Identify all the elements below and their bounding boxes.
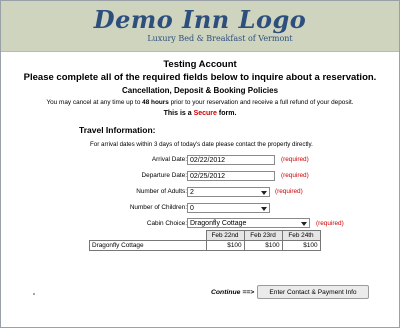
adults-label: Number of Adults: (136, 188, 187, 195)
travel-heading: Travel Information: (79, 125, 156, 135)
page-subtitle: Please complete all of the required fiel… (23, 72, 377, 83)
rate-cell: $100 (243, 240, 283, 251)
required-marker: (required) (275, 188, 303, 195)
header-banner: Demo Inn Logo Luxury Bed & Breakfast of … (1, 1, 399, 52)
children-select[interactable]: 0 (187, 203, 270, 213)
continue-label: Continue ==> (211, 289, 255, 296)
policy-heading: Cancellation, Deposit & Booking Policies (121, 86, 279, 95)
cabin-value: Dragonfly Cottage (190, 220, 247, 227)
rates-corner (90, 231, 207, 241)
secure-notice: This is a Secure form. (1, 110, 399, 117)
arrival-note: For arrival dates within 3 days of today… (90, 141, 313, 148)
rate-cell: $100 (205, 240, 245, 251)
departure-date-input[interactable]: 02/25/2012 (187, 171, 275, 181)
secure-word: Secure (193, 110, 217, 117)
adults-value: 2 (190, 189, 194, 196)
required-marker: (required) (316, 220, 344, 227)
rate-date-header: Feb 22nd (205, 230, 245, 241)
chevron-down-icon (261, 207, 267, 211)
required-marker: (required) (281, 172, 309, 179)
reservation-page: Demo Inn Logo Luxury Bed & Breakfast of … (0, 0, 400, 328)
adults-select[interactable]: 2 (187, 187, 270, 197)
children-value: 0 (190, 205, 194, 212)
cancel-hours: 48 hours (142, 99, 169, 106)
cabin-label: Cabin Choice: (146, 220, 187, 227)
rates-table: Feb 22nd Feb 23rd Feb 24th Dragonfly Cot… (89, 230, 321, 251)
rates-header-row: Feb 22nd Feb 23rd Feb 24th (90, 230, 321, 241)
arrival-date-input[interactable]: 02/22/2012 (187, 155, 275, 165)
enter-contact-payment-button[interactable]: Enter Contact & Payment Info (257, 285, 369, 299)
table-row: Dragonfly Cottage $100 $100 $100 (89, 240, 321, 251)
chevron-down-icon (301, 222, 307, 226)
page-title: Testing Account (163, 59, 237, 70)
arrival-date-label: Arrival Date: (151, 156, 187, 163)
secure-text-post: form. (216, 110, 237, 117)
cancel-text-pre: You may cancel at any time up to (46, 99, 143, 106)
rate-date-header: Feb 24th (281, 230, 321, 241)
tagline: Luxury Bed & Breakfast of Vermont (147, 34, 293, 43)
decorative-dot (33, 293, 35, 295)
rate-cell: $100 (281, 240, 321, 251)
required-marker: (required) (281, 156, 309, 163)
room-name: Dragonfly Cottage (89, 240, 207, 251)
cabin-select[interactable]: Dragonfly Cottage (187, 218, 310, 228)
chevron-down-icon (261, 191, 267, 195)
cancel-policy-text: You may cancel at any time up to 48 hour… (1, 99, 399, 106)
children-label: Number of Children: (129, 204, 187, 211)
departure-date-label: Departure Date: (141, 172, 187, 179)
cancel-text-post: prior to your reservation and receive a … (168, 99, 354, 106)
rate-date-header: Feb 23rd (243, 230, 283, 241)
logo[interactable]: Demo Inn Logo (1, 5, 399, 34)
secure-text-pre: This is a (163, 110, 194, 117)
